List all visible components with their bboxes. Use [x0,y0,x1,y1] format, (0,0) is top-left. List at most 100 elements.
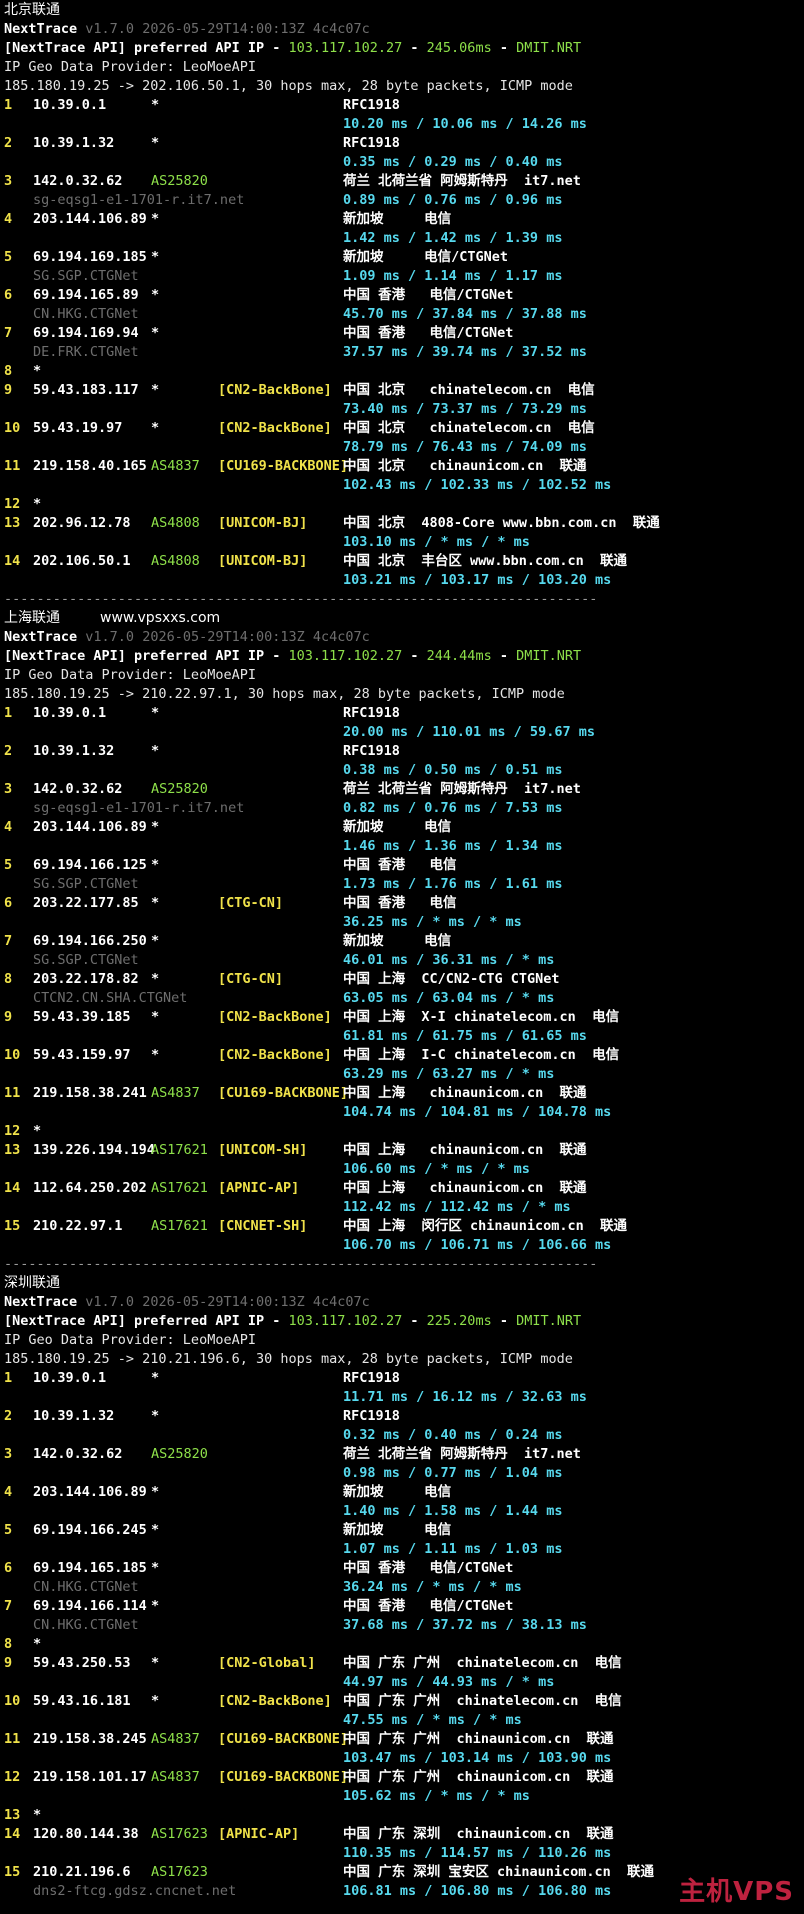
hop-latency: 103.47 ms / 103.14 ms / 103.90 ms [343,1750,612,1766]
provider-line: IP Geo Data Provider: LeoMoeAPI [4,1331,256,1350]
hop-asn: * [151,1484,160,1500]
hop-number: 10 [4,1693,21,1709]
hop-latency: 1.09 ms / 1.14 ms / 1.17 ms [343,268,563,284]
hop-asn: * [151,1598,160,1614]
tool-version: v1.7.0 2026-05-29T14:00:13Z 4c4c07c [85,21,370,37]
hop-latency: 106.70 ms / 106.71 ms / 106.66 ms [343,1237,612,1253]
hop-geo: 中国 北京 chinaunicom.cn 联通 [343,458,587,474]
hop-geo: 中国 广东 深圳 宝安区 chinaunicom.cn 联通 [343,1864,655,1880]
hop-number: 6 [4,287,13,303]
hop-tag: [UNICOM-BJ] [218,553,308,569]
api-latency: 225.20ms [426,1313,492,1329]
hop-number: 9 [4,1009,13,1025]
hop-number: 4 [4,819,13,835]
hop-ip: 10.39.0.1 [33,97,107,113]
hop-ip: * [33,496,42,512]
hop-latency: 106.60 ms / * ms / * ms [343,1161,530,1177]
hop-number: 3 [4,781,13,797]
hop-tag: [UNICOM-BJ] [218,515,308,531]
hop-asn: * [151,705,160,721]
hop-latency: 44.97 ms / 44.93 ms / * ms [343,1674,555,1690]
separator: ----------------------------------------… [4,590,597,609]
version-line: NextTrace v1.7.0 2026-05-29T14:00:13Z 4c… [4,628,370,647]
hop-geo: 中国 上海 chinaunicom.cn 联通 [343,1142,587,1158]
hop-geo: 荷兰 北荷兰省 阿姆斯特丹 it7.net [343,173,581,189]
hop-geo: 中国 广东 广州 chinatelecom.cn 电信 [343,1655,622,1671]
hop-tag: [CN2-BackBone] [218,1047,332,1063]
hop-tag: [APNIC-AP] [218,1180,300,1196]
hop-latency: 1.46 ms / 1.36 ms / 1.34 ms [343,838,563,854]
separator-dashes: ----------------------------------------… [4,591,598,607]
hop-latency: 45.70 ms / 37.84 ms / 37.88 ms [343,306,587,322]
hop-geo: 中国 广东 广州 chinaunicom.cn 联通 [343,1731,614,1747]
hop-latency: 47.55 ms / * ms / * ms [343,1712,522,1728]
hop-number: 8 [4,363,13,379]
hop-hostname: SG.SGP.CTGNet [33,876,139,892]
hop-latency: 36.24 ms / * ms / * ms [343,1579,522,1595]
hop-number: 11 [4,1085,21,1101]
hop-number: 12 [4,496,21,512]
hop-hostname: SG.SGP.CTGNet [33,952,139,968]
hop-latency: 0.89 ms / 0.76 ms / 0.96 ms [343,192,563,208]
hop-number: 5 [4,857,13,873]
hop-tag: [CU169-BACKBONE] [218,1085,349,1101]
hop-asn: * [151,819,160,835]
hop-latency: 78.79 ms / 76.43 ms / 74.09 ms [343,439,587,455]
hop-asn: AS4837 [151,1769,200,1785]
section-title: 上海联通 www.vpsxxs.com [4,609,220,628]
hop-number: 2 [4,135,13,151]
tool-version: v1.7.0 2026-05-29T14:00:13Z 4c4c07c [85,629,370,645]
hop-asn: * [151,325,160,341]
route-line: 185.180.19.25 -> 202.106.50.1, 30 hops m… [4,77,573,96]
hop-geo: 新加坡 电信 [343,819,452,835]
route-summary: 185.180.19.25 -> 210.21.196.6, 30 hops m… [4,1351,573,1367]
hop-tag: [CN2-BackBone] [218,1693,332,1709]
hop-number: 3 [4,1446,13,1462]
hop-latency: 36.25 ms / * ms / * ms [343,914,522,930]
hop-asn: AS25820 [151,781,208,797]
hop-tag: [CTG-CN] [218,971,284,987]
hop-asn: * [151,135,160,151]
hop-tag: [CTG-CN] [218,895,284,911]
hop-number: 3 [4,173,13,189]
hop-geo: RFC1918 [343,97,400,113]
hop-ip: 210.21.196.6 [33,1864,131,1880]
site-label: www.vpsxxs.com [100,610,221,626]
hop-hostname: SG.SGP.CTGNet [33,268,139,284]
version-line: NextTrace v1.7.0 2026-05-29T14:00:13Z 4c… [4,1293,370,1312]
hop-number: 14 [4,1180,21,1196]
hop-latency: 104.74 ms / 104.81 ms / 104.78 ms [343,1104,612,1120]
hop-asn: * [151,287,160,303]
hop-latency: 61.81 ms / 61.75 ms / 61.65 ms [343,1028,587,1044]
hop-ip: 202.96.12.78 [33,515,131,531]
hop-ip: 69.194.166.125 [33,857,147,873]
hop-asn: AS17621 [151,1180,208,1196]
hop-ip: * [33,1123,42,1139]
hop-asn: * [151,211,160,227]
section-title: 深圳联通 [4,1274,60,1293]
hop-asn: AS4808 [151,515,200,531]
hop-number: 1 [4,705,13,721]
hop-ip: 112.64.250.202 [33,1180,147,1196]
hop-tag: [CU169-BACKBONE] [218,458,349,474]
hop-number: 15 [4,1864,21,1880]
hop-tag: [CN2-BackBone] [218,420,332,436]
hop-asn: AS17621 [151,1218,208,1234]
hop-geo: 荷兰 北荷兰省 阿姆斯特丹 it7.net [343,781,581,797]
hop-number: 8 [4,1636,13,1652]
hop-ip: 219.158.101.17 [33,1769,147,1785]
hop-number: 6 [4,1560,13,1576]
hop-geo: 中国 北京 chinatelecom.cn 电信 [343,382,595,398]
hop-number: 5 [4,249,13,265]
api-node: DMIT.NRT [516,648,582,664]
provider-line: IP Geo Data Provider: LeoMoeAPI [4,666,256,685]
hop-asn: AS4837 [151,1731,200,1747]
hop-number: 10 [4,420,21,436]
hop-latency: 1.40 ms / 1.58 ms / 1.44 ms [343,1503,563,1519]
hop-latency: 0.32 ms / 0.40 ms / 0.24 ms [343,1427,563,1443]
watermark: 主机VPS [679,1877,794,1907]
hop-tag: [CN2-BackBone] [218,382,332,398]
hop-geo: 中国 北京 丰台区 www.bbn.com.cn 联通 [343,553,628,569]
hop-ip: 219.158.38.245 [33,1731,147,1747]
hop-asn: * [151,857,160,873]
